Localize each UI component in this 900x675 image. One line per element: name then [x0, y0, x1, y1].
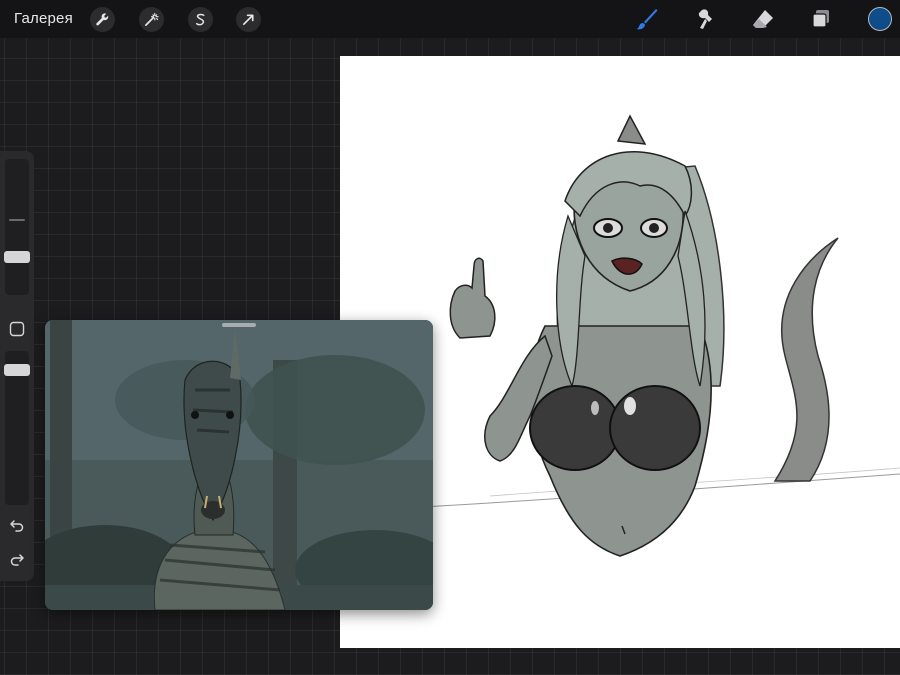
- magic-wand-icon: [145, 12, 159, 26]
- eraser-icon: [753, 10, 773, 28]
- redo-icon: [10, 554, 24, 566]
- adjustments-button[interactable]: [139, 7, 164, 32]
- selection-icon: [196, 13, 205, 26]
- eraser-tool-button[interactable]: [750, 6, 776, 32]
- brush-size-handle[interactable]: [4, 251, 30, 263]
- wrench-icon: [96, 13, 109, 26]
- transform-arrow-icon: [242, 14, 254, 26]
- color-picker-swatch[interactable]: [868, 7, 892, 31]
- modify-button[interactable]: [7, 319, 27, 339]
- brush-size-slider[interactable]: [5, 159, 29, 295]
- brush-icon: [636, 9, 658, 30]
- slider-tick: [9, 219, 25, 221]
- selection-button[interactable]: [188, 7, 213, 32]
- reference-window[interactable]: [45, 320, 433, 610]
- left-sidebar: [0, 151, 34, 581]
- layers-icon: [812, 10, 829, 28]
- transform-button[interactable]: [236, 7, 261, 32]
- redo-button[interactable]: [7, 549, 27, 569]
- smudge-icon: [698, 9, 712, 29]
- actions-button[interactable]: [90, 7, 115, 32]
- top-toolbar: Галерея: [0, 0, 900, 38]
- reference-window-grip[interactable]: [222, 323, 256, 327]
- undo-icon: [10, 520, 24, 532]
- gallery-button[interactable]: Галерея: [14, 10, 73, 27]
- layers-button[interactable]: [808, 6, 834, 32]
- undo-button[interactable]: [7, 515, 27, 535]
- brush-tool-button[interactable]: [634, 6, 660, 32]
- square-icon: [9, 321, 25, 337]
- reference-image: [45, 320, 433, 610]
- opacity-handle[interactable]: [4, 364, 30, 376]
- smudge-tool-button[interactable]: [693, 6, 719, 32]
